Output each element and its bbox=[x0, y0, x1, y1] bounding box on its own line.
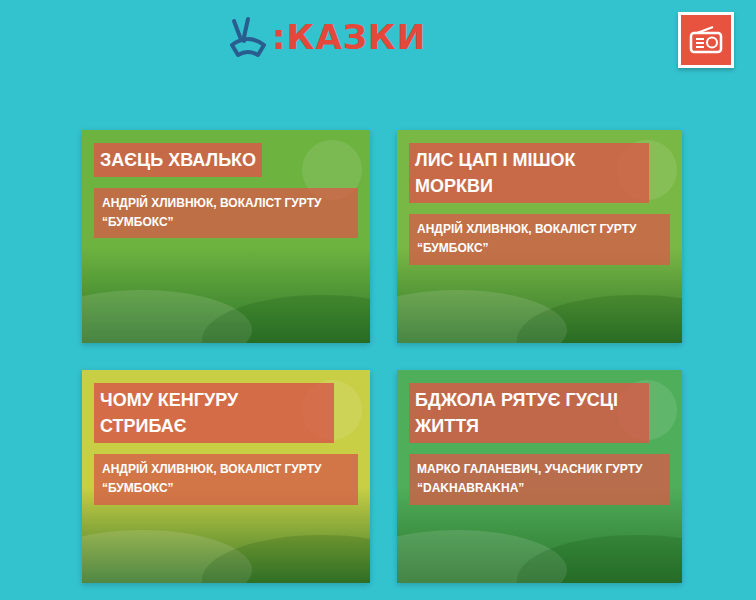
logo-text: :КАЗКИ bbox=[272, 17, 426, 57]
header: :КАЗКИ bbox=[0, 0, 756, 116]
story-card[interactable]: ЛИС ЦАП І МІШОК МОРКВИ АНДРІЙ ХЛИВНЮК, ВО… bbox=[397, 130, 682, 343]
story-card[interactable]: БДЖОЛА РЯТУЄ ГУСЦІ ЖИТТЯ МАРКО ГАЛАНЕВИЧ,… bbox=[397, 370, 682, 583]
story-title[interactable]: ЗАЄЦЬ ХВАЛЬКО bbox=[94, 143, 262, 177]
story-author: АНДРІЙ ХЛИВНЮК, ВОКАЛІСТ ГУРТУ “БУМБОКС” bbox=[94, 454, 358, 504]
logo[interactable]: :КАЗКИ bbox=[228, 12, 426, 62]
story-author: АНДРІЙ ХЛИВНЮК, ВОКАЛІСТ ГУРТУ “БУМБОКС” bbox=[409, 214, 670, 264]
story-title[interactable]: ЛИС ЦАП І МІШОК МОРКВИ bbox=[409, 143, 649, 203]
card-content: ЛИС ЦАП І МІШОК МОРКВИ АНДРІЙ ХЛИВНЮК, ВО… bbox=[397, 130, 682, 265]
radio-button[interactable] bbox=[678, 12, 734, 68]
story-title[interactable]: ЧОМУ КЕНГУРУ СТРИБАЄ bbox=[94, 383, 334, 443]
story-grid: ЗАЄЦЬ ХВАЛЬКО АНДРІЙ ХЛИВНЮК, ВОКАЛІСТ ГУ… bbox=[0, 116, 756, 583]
story-card[interactable]: ЗАЄЦЬ ХВАЛЬКО АНДРІЙ ХЛИВНЮК, ВОКАЛІСТ ГУ… bbox=[82, 130, 370, 343]
story-author: АНДРІЙ ХЛИВНЮК, ВОКАЛІСТ ГУРТУ “БУМБОКС” bbox=[94, 188, 358, 238]
story-author: МАРКО ГАЛАНЕВИЧ, УЧАСНИК ГУРТУ “DAKHABRA… bbox=[409, 454, 670, 504]
story-card[interactable]: ЧОМУ КЕНГУРУ СТРИБАЄ АНДРІЙ ХЛИВНЮК, ВОКА… bbox=[82, 370, 370, 583]
card-content: ЗАЄЦЬ ХВАЛЬКО АНДРІЙ ХЛИВНЮК, ВОКАЛІСТ ГУ… bbox=[82, 130, 370, 238]
radio-icon bbox=[689, 26, 723, 54]
story-title[interactable]: БДЖОЛА РЯТУЄ ГУСЦІ ЖИТТЯ bbox=[409, 383, 649, 443]
card-content: ЧОМУ КЕНГУРУ СТРИБАЄ АНДРІЙ ХЛИВНЮК, ВОКА… bbox=[82, 370, 370, 505]
rabbit-logo-icon bbox=[228, 15, 270, 59]
card-content: БДЖОЛА РЯТУЄ ГУСЦІ ЖИТТЯ МАРКО ГАЛАНЕВИЧ,… bbox=[397, 370, 682, 505]
